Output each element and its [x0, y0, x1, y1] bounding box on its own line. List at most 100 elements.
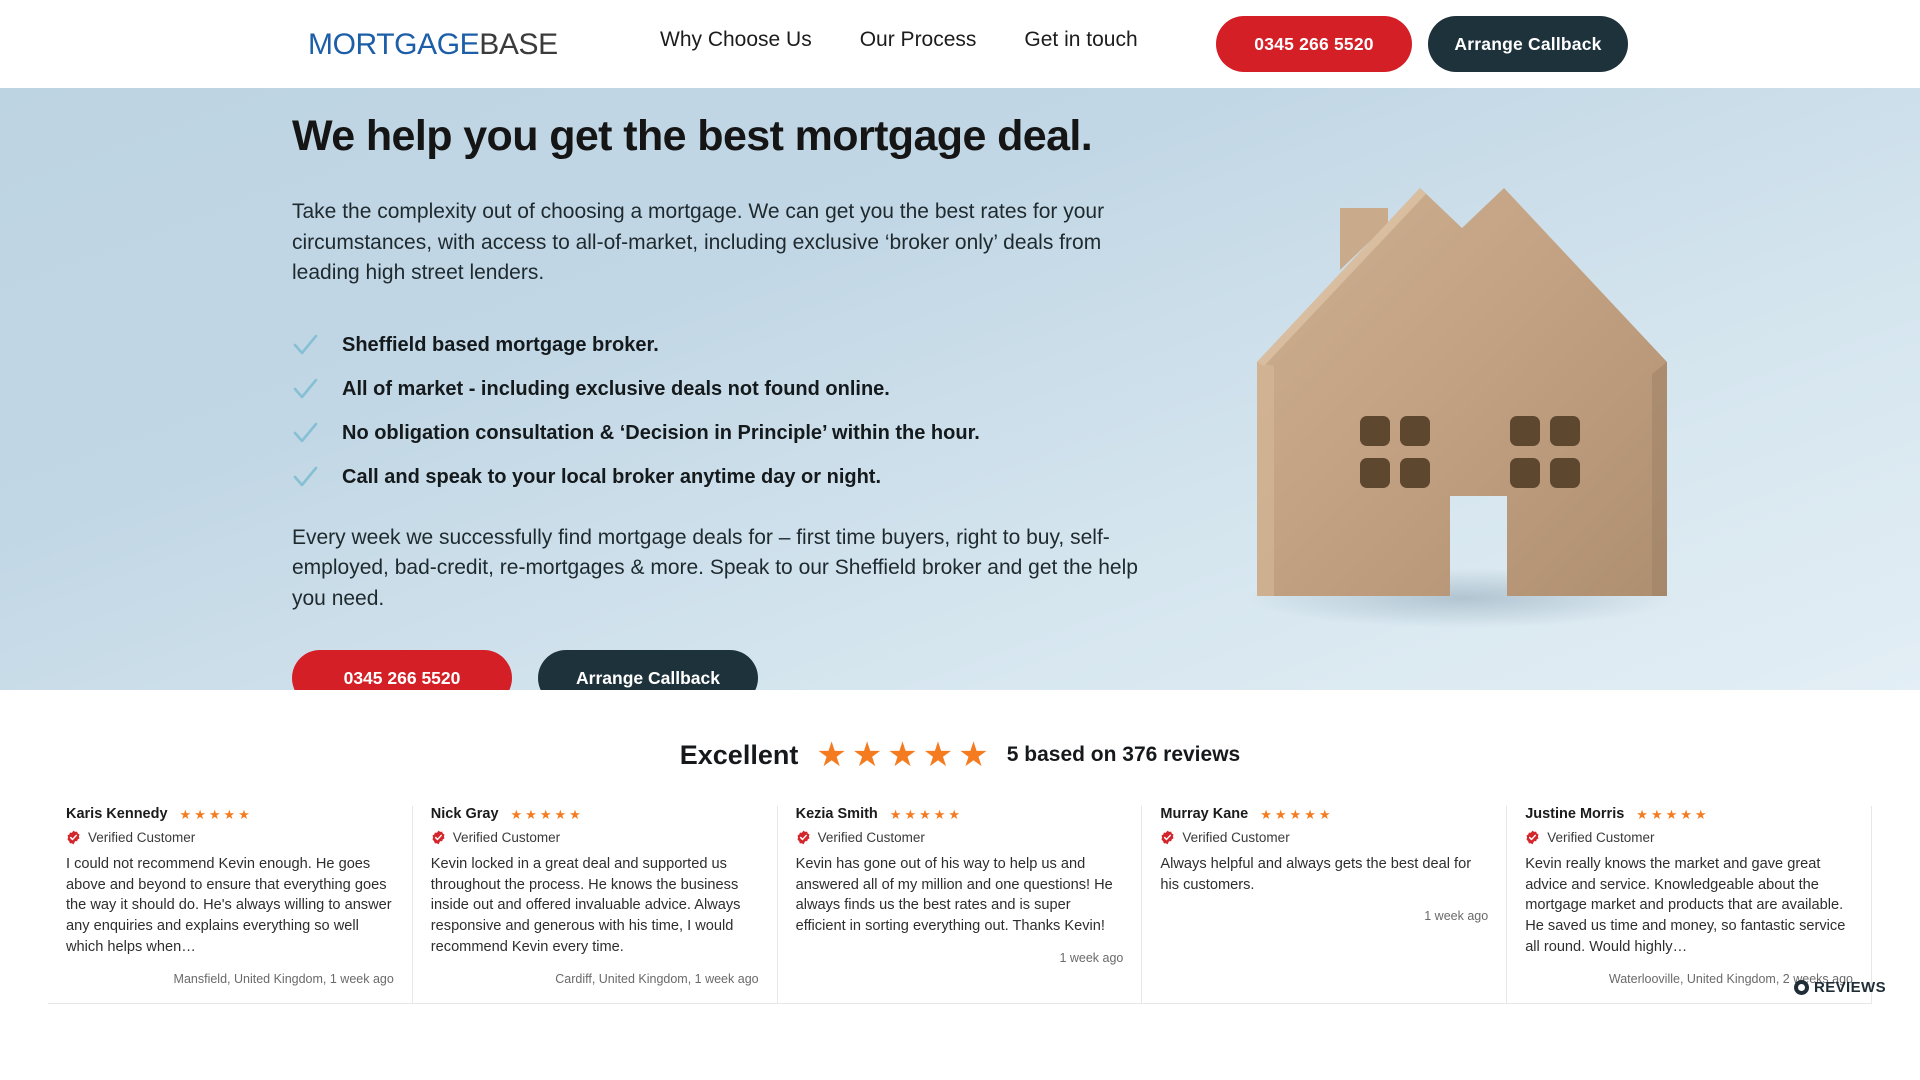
site-header: MORTGAGEBASE Why Choose Us Our Process G… [0, 0, 1920, 88]
star-icon: ★ [948, 806, 961, 822]
verified-check-icon [1525, 830, 1540, 845]
review-author: Kezia Smith [795, 806, 878, 822]
carousel-divider [48, 1002, 1872, 1004]
reviews-star-rating: ★ ★ ★ ★ ★ [816, 738, 988, 772]
verified-customer-row: Verified Customer [1160, 830, 1488, 845]
house-image [1247, 188, 1677, 628]
review-meta: 1 week ago [1059, 950, 1124, 965]
star-icon: ★ [1304, 806, 1316, 822]
review-body: Always helpful and always gets the best … [1160, 856, 1472, 893]
review-meta: Cardiff, United Kingdom, 1 week ago [555, 971, 759, 986]
star-icon: ★ [887, 736, 918, 774]
checklist-item-label: Call and speak to your local broker anyt… [342, 465, 882, 488]
review-card: Murray Kane ★ ★ ★ ★ ★ Verified Customer Alwa… [1142, 806, 1508, 1004]
reviews-section: Excellent ★ ★ ★ ★ ★ 5 based on 376 revie… [0, 690, 1920, 1004]
star-icon: ★ [525, 806, 537, 822]
primary-navigation: Why Choose Us Our Process Get in touch [660, 28, 1138, 52]
review-header: Kezia Smith ★ ★ ★ ★ ★ [796, 806, 1124, 822]
review-header: Nick Gray ★ ★ ★ ★ ★ [431, 806, 759, 822]
review-body: Kevin locked in a great deal and support… [430, 856, 741, 955]
checklist-item-label: No obligation consultation & ‘Decision i… [342, 421, 980, 444]
review-author: Justine Morris [1525, 806, 1625, 822]
review-star-rating: ★ ★ ★ ★ ★ [890, 808, 960, 821]
reviews-provider-logo: REVIEWS [1794, 979, 1886, 996]
star-icon: ★ [816, 736, 847, 774]
star-icon: ★ [933, 806, 946, 822]
review-header: Justine Morris ★ ★ ★ ★ ★ [1525, 806, 1853, 822]
reviews-rating-word: Excellent [679, 739, 799, 770]
verified-check-icon [1160, 830, 1175, 845]
reviews-provider-name: REVIEWS [1814, 978, 1886, 996]
header-arrange-callback-button[interactable]: Arrange Callback [1428, 16, 1628, 72]
verified-check-icon [66, 830, 81, 845]
verified-customer-label: Verified Customer [1547, 830, 1655, 845]
star-icon: ★ [922, 736, 954, 774]
review-body: I could not recommend Kevin enough. He g… [66, 856, 392, 955]
nav-get-in-touch[interactable]: Get in touch [1024, 28, 1137, 52]
checklist-item: All of market - including exclusive deal… [292, 377, 1172, 403]
nav-our-process[interactable]: Our Process [860, 28, 977, 52]
verified-check-icon [796, 830, 811, 845]
star-icon: ★ [238, 806, 250, 822]
review-body: Kevin has gone out of his way to help us… [795, 856, 1113, 935]
checklist-item: Sheffield based mortgage broker. [292, 333, 1172, 359]
review-body: Kevin really knows the market and gave g… [1525, 856, 1846, 955]
house-illustration [1212, 166, 1722, 686]
star-icon: ★ [179, 806, 192, 822]
star-icon: ★ [539, 806, 552, 822]
star-icon: ★ [1318, 806, 1331, 822]
star-icon: ★ [1694, 806, 1707, 822]
star-icon: ★ [1650, 806, 1663, 822]
check-icon [292, 464, 318, 490]
checklist-item: Call and speak to your local broker anyt… [292, 465, 1172, 491]
star-icon: ★ [1289, 806, 1302, 822]
review-card: Karis Kennedy ★ ★ ★ ★ ★ Verified Customer I … [48, 806, 413, 1004]
verified-customer-label: Verified Customer [88, 830, 196, 845]
hero-cta-group: 0345 266 5520 Arrange Callback [292, 650, 1172, 690]
checklist-item: No obligation consultation & ‘Decision i… [292, 421, 1172, 447]
star-icon: ★ [510, 806, 523, 822]
verified-customer-row: Verified Customer [1525, 830, 1853, 845]
star-icon: ★ [1680, 806, 1692, 822]
star-icon: ★ [223, 806, 236, 822]
review-card: Kezia Smith ★ ★ ★ ★ ★ Verified Customer Kevi… [778, 806, 1143, 1004]
review-author: Nick Gray [430, 806, 499, 822]
check-icon [292, 376, 318, 402]
star-icon: ★ [569, 806, 581, 822]
star-icon: ★ [1274, 806, 1287, 822]
star-icon: ★ [919, 806, 931, 822]
site-logo[interactable]: MORTGAGEBASE [308, 28, 558, 62]
star-icon: ★ [851, 736, 883, 774]
review-card: Nick Gray ★ ★ ★ ★ ★ Verified Customer Kevin … [413, 806, 778, 1004]
hero-section: We help you get the best mortgage deal. … [0, 88, 1920, 690]
nav-why-choose-us[interactable]: Why Choose Us [660, 28, 812, 52]
verified-customer-row: Verified Customer [796, 830, 1124, 845]
checklist-item-label: All of market - including exclusive deal… [342, 377, 890, 400]
star-icon: ★ [554, 806, 567, 822]
review-star-rating: ★ ★ ★ ★ ★ [1636, 808, 1706, 821]
verified-customer-label: Verified Customer [817, 830, 925, 845]
review-author: Murray Kane [1160, 806, 1249, 822]
page-root: MORTGAGEBASE Why Choose Us Our Process G… [0, 0, 1920, 1080]
star-icon: ★ [904, 806, 917, 822]
hero-lead-paragraph: Take the complexity out of choosing a mo… [292, 200, 1105, 285]
verified-customer-row: Verified Customer [66, 830, 394, 845]
checklist-item-label: Sheffield based mortgage broker. [342, 333, 659, 356]
review-meta: 1 week ago [1424, 909, 1489, 924]
logo-primary: MORTGAGE [308, 28, 480, 61]
reviews-summary-text: 5 based on 376 reviews [1006, 743, 1241, 766]
hero-heading: We help you get the best mortgage deal. [292, 112, 1093, 160]
hero-arrange-callback-button[interactable]: Arrange Callback [538, 650, 758, 690]
star-icon: ★ [208, 806, 221, 822]
hero-phone-button[interactable]: 0345 266 5520 [292, 650, 512, 690]
hero-checklist: Sheffield based mortgage broker. All of … [292, 333, 1172, 491]
verified-customer-label: Verified Customer [452, 830, 561, 845]
hero-sub-paragraph: Every week we successfully find mortgage… [292, 525, 1138, 610]
review-star-rating: ★ ★ ★ ★ ★ [511, 808, 581, 821]
review-author: Karis Kennedy [66, 806, 168, 822]
star-icon: ★ [1636, 806, 1648, 822]
check-icon [292, 332, 318, 358]
reviews-summary-header: Excellent ★ ★ ★ ★ ★ 5 based on 376 revie… [0, 690, 1920, 772]
header-phone-button[interactable]: 0345 266 5520 [1216, 16, 1412, 72]
hero-content: We help you get the best mortgage deal. … [292, 112, 1172, 690]
